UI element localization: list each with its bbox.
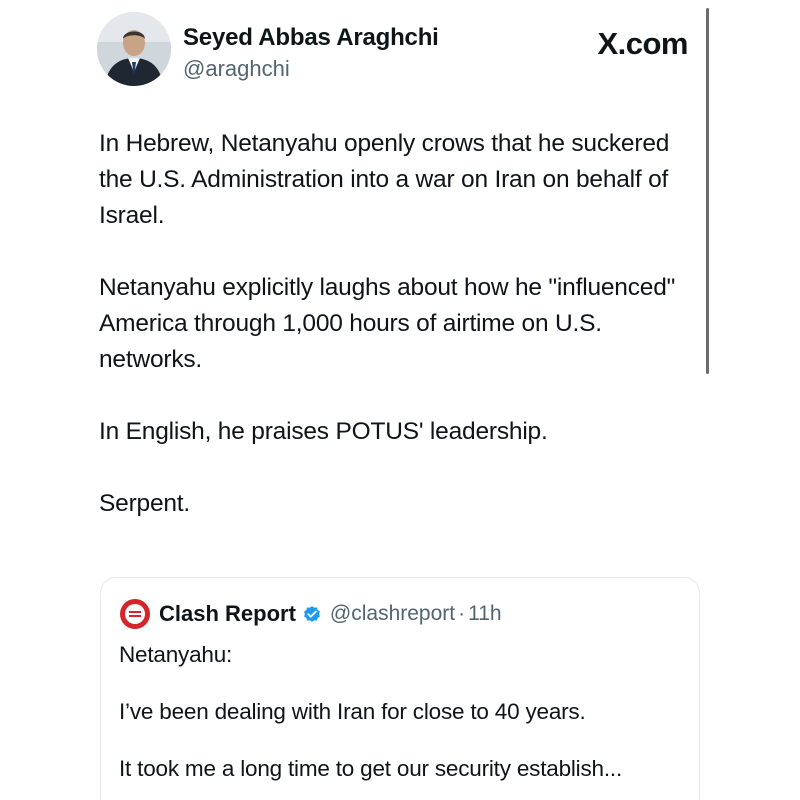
tweet-paragraph: In English, he praises POTUS' leadership… <box>99 418 548 445</box>
avatar[interactable] <box>97 12 171 86</box>
quoted-paragraph: Netanyahu: <box>119 642 233 667</box>
quoted-tweet-header: Clash Report @clashreport · 11h <box>119 598 502 630</box>
tweet-paragraph: Netanyahu explicitly laughs about how he… <box>99 274 676 373</box>
verified-badge-icon <box>304 606 320 622</box>
separator-dot: · <box>458 602 466 625</box>
author-name[interactable]: Seyed Abbas Araghchi <box>183 24 439 52</box>
clash-report-logo-icon <box>120 599 150 629</box>
quoted-author-handle[interactable]: @clashreport <box>330 602 455 626</box>
profile-photo-icon <box>97 12 171 86</box>
scrollbar[interactable] <box>706 8 709 374</box>
quoted-paragraph: I’ve been dealing with Iran for close to… <box>119 699 586 724</box>
tweet-text: In Hebrew, Netanyahu openly crows that h… <box>99 126 699 558</box>
tweet-paragraph: In Hebrew, Netanyahu openly crows that h… <box>99 130 670 229</box>
quoted-author-name[interactable]: Clash Report <box>159 601 296 627</box>
tweet-paragraph: Serpent. <box>99 490 191 517</box>
quoted-timestamp[interactable]: 11h <box>468 602 501 626</box>
site-label: X.com <box>597 26 688 61</box>
author-handle[interactable]: @araghchi <box>183 56 290 82</box>
quoted-tweet-card[interactable]: Clash Report @clashreport · 11h Netanyah… <box>100 577 700 800</box>
quoted-paragraph: It took me a long time to get our securi… <box>119 756 622 781</box>
quoted-tweet-text: Netanyahu: I’ve been dealing with Iran f… <box>119 638 689 800</box>
